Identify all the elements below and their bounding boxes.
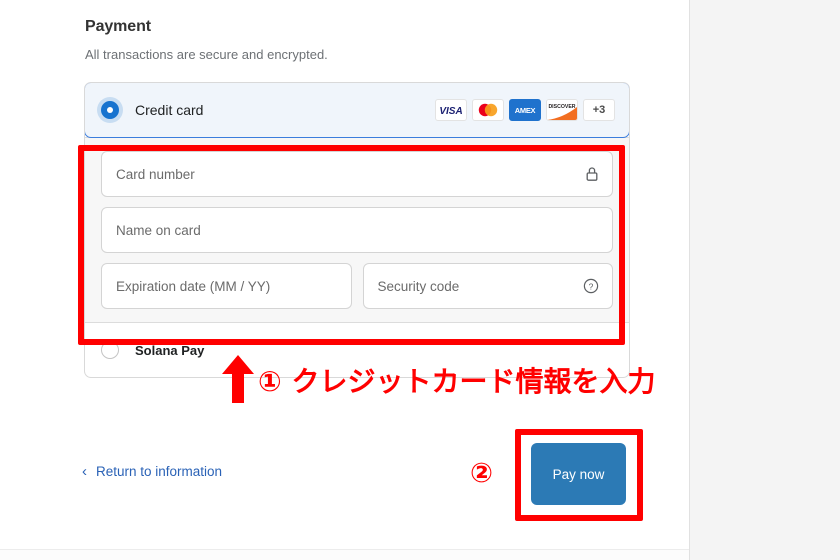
expiration-date-placeholder: Expiration date (MM / YY) <box>116 278 271 294</box>
radio-solana-pay[interactable] <box>101 341 119 359</box>
lock-icon <box>585 166 599 182</box>
svg-text:VISA: VISA <box>439 106 462 116</box>
annotation-arrow-up-icon <box>221 355 255 403</box>
credit-card-form: Card number Name on card Expiration date… <box>85 138 629 322</box>
card-number-placeholder: Card number <box>116 166 195 182</box>
return-to-information-link[interactable]: ‹ Return to information <box>82 464 222 479</box>
page-title: Payment <box>85 18 151 35</box>
expiration-date-field[interactable]: Expiration date (MM / YY) <box>101 263 352 309</box>
card-brand-list: VISA AMEX DISCOVER +3 <box>435 99 615 121</box>
payment-method-credit-card[interactable]: Credit card VISA AMEX DISCOVER +3 <box>85 83 629 138</box>
svg-text:?: ? <box>589 281 594 291</box>
annotation-step1-text: ① クレジットカード情報を入力 <box>258 365 656 398</box>
payment-method-label-solana-pay: Solana Pay <box>135 342 205 358</box>
question-circle-icon[interactable]: ? <box>583 278 599 294</box>
svg-text:AMEX: AMEX <box>515 106 536 115</box>
checkout-payment-screen: Payment All transactions are secure and … <box>0 0 840 560</box>
return-to-information-label: Return to information <box>96 464 223 479</box>
pay-now-button[interactable]: Pay now <box>531 443 626 505</box>
visa-icon: VISA <box>435 99 467 121</box>
payment-methods-card: Credit card VISA AMEX DISCOVER +3 Card n… <box>84 82 630 378</box>
security-code-placeholder: Security code <box>377 278 460 294</box>
checkout-main-column: Payment All transactions are secure and … <box>0 0 689 560</box>
expiry-security-row: Expiration date (MM / YY) Security code … <box>101 263 613 309</box>
amex-icon: AMEX <box>509 99 541 121</box>
order-summary-panel <box>689 0 840 560</box>
annotation-step2-marker: ② <box>470 458 493 489</box>
svg-text:DISCOVER: DISCOVER <box>548 104 575 110</box>
radio-credit-card[interactable] <box>101 101 119 119</box>
payment-method-label-credit-card: Credit card <box>135 102 204 118</box>
security-code-field[interactable]: Security code ? <box>362 263 613 309</box>
page-bottom-edge <box>0 549 689 560</box>
card-number-field[interactable]: Card number <box>101 151 613 197</box>
mastercard-icon <box>472 99 504 121</box>
name-on-card-field[interactable]: Name on card <box>101 207 613 253</box>
more-brands-badge: +3 <box>583 99 615 121</box>
chevron-left-icon: ‹ <box>82 463 87 480</box>
page-subtitle: All transactions are secure and encrypte… <box>85 47 328 62</box>
discover-icon: DISCOVER <box>546 99 578 121</box>
name-on-card-placeholder: Name on card <box>116 222 201 238</box>
